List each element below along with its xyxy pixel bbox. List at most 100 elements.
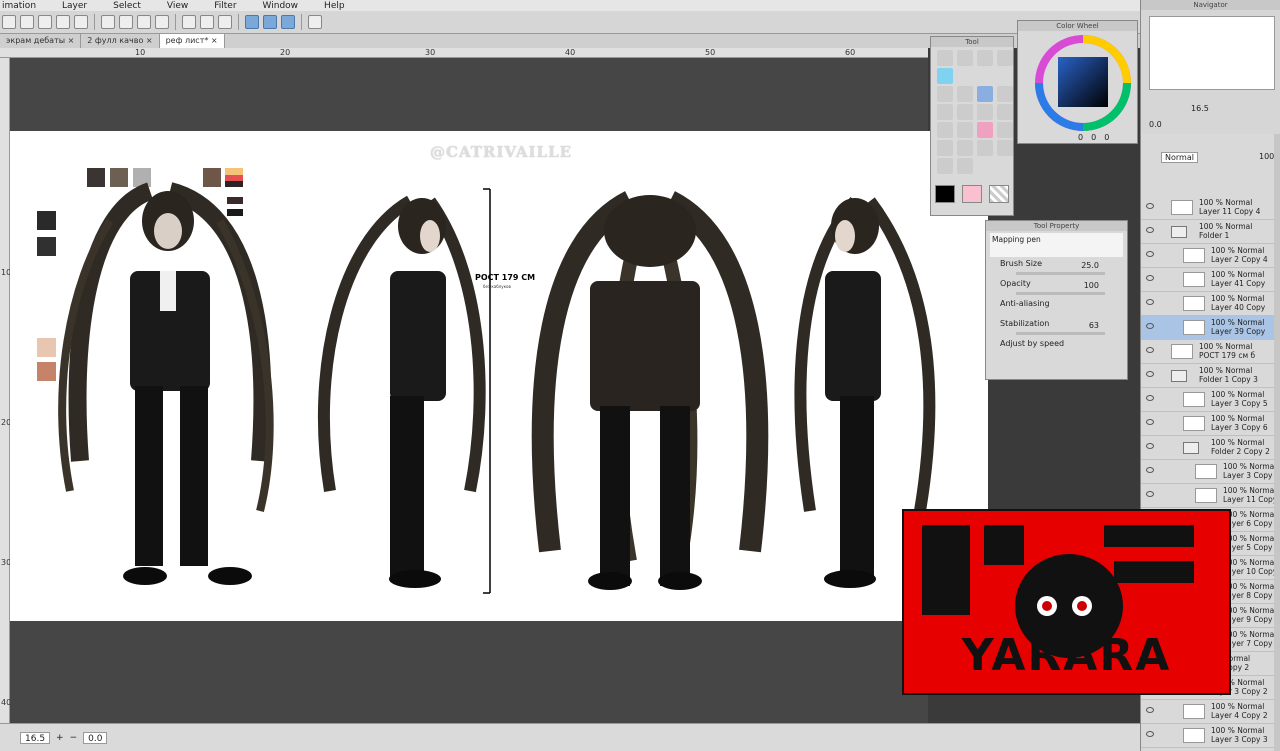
eye-icon[interactable] [1146, 347, 1154, 353]
opacity-row[interactable]: Opacity 100 [986, 279, 1127, 299]
eye-icon[interactable] [1146, 227, 1154, 233]
brush-tool-icon[interactable] [937, 104, 953, 120]
tab-document-3[interactable]: реф лист* × [159, 34, 225, 48]
eye-icon[interactable] [1146, 323, 1154, 329]
ruler-tool-icon[interactable] [977, 140, 993, 156]
menu-help[interactable]: Help [322, 1, 345, 11]
layer-row[interactable]: 100 % Normal Layer 41 Copy [1141, 268, 1275, 292]
ruler-snap-icon[interactable] [245, 15, 259, 29]
gradient-tool-icon[interactable] [957, 104, 973, 120]
opacity-slider[interactable] [1016, 292, 1105, 295]
layer-row[interactable]: 100 % Normal Layer 40 Copy [1141, 292, 1275, 316]
layer-folder[interactable]: 100 % Normal Folder 1 [1141, 220, 1275, 244]
layer-folder[interactable]: 100 % Normal Folder 2 Copy 2 [1141, 436, 1275, 460]
eye-icon[interactable] [1146, 443, 1154, 449]
navigator-preview[interactable] [1149, 16, 1275, 90]
settings-icon[interactable] [308, 15, 322, 29]
transparent-color-swatch[interactable] [989, 185, 1009, 203]
antialiasing-row[interactable]: Anti-aliasing [986, 299, 1127, 319]
redo-icon[interactable] [74, 15, 88, 29]
blend-mode-select[interactable]: Normal [1161, 152, 1198, 163]
opacity-value[interactable]: 100 [1084, 281, 1099, 290]
menu-filter[interactable]: Filter [212, 1, 236, 11]
layer-row[interactable]: 100 % Normal Layer 3 Copy 4 [1141, 460, 1280, 484]
eyedropper-tool-icon[interactable] [997, 104, 1013, 120]
layer-row[interactable]: 100 % Normal Layer 2 Copy 4 [1141, 244, 1275, 268]
brush-size-slider[interactable] [1016, 272, 1105, 275]
blue-value[interactable]: 0 [1104, 133, 1109, 142]
eye-icon[interactable] [1146, 491, 1154, 497]
stabilization-value[interactable]: 63 [1089, 321, 1099, 330]
lasso-tool-icon[interactable] [997, 50, 1013, 66]
brush-size-row[interactable]: Brush Size 25.0 [986, 259, 1127, 279]
eye-icon[interactable] [1146, 299, 1154, 305]
blend-tool-icon[interactable] [957, 122, 973, 138]
crop-icon[interactable] [182, 15, 196, 29]
green-value[interactable]: 0 [1091, 133, 1096, 142]
angle-field[interactable]: 0.0 [83, 731, 108, 744]
color-wheel[interactable] [1018, 31, 1139, 131]
layer-row[interactable]: 100 % Normal РОСТ 179 см б [1141, 340, 1275, 364]
clear-icon[interactable] [155, 15, 169, 29]
layer-row[interactable]: 100 % Normal Layer 3 Copy 6 [1141, 412, 1275, 436]
menu-layer[interactable]: Layer [60, 1, 87, 11]
gear-tool-icon[interactable] [957, 86, 973, 102]
speech-tool-icon[interactable] [957, 158, 973, 174]
save-icon[interactable] [38, 15, 52, 29]
layer-row[interactable]: 100 % Normal Layer 4 Copy 2 [1141, 700, 1275, 724]
magnify-tool-icon[interactable] [937, 86, 953, 102]
brush-size-value[interactable]: 25.0 [1081, 261, 1099, 270]
adjust-speed-row[interactable]: Adjust by speed [986, 339, 1127, 359]
bucket-tool-icon[interactable] [937, 140, 953, 156]
eye-icon[interactable] [1146, 275, 1154, 281]
eye-icon[interactable] [1146, 395, 1154, 401]
red-value[interactable]: 0 [1078, 133, 1083, 142]
main-color-swatch[interactable] [935, 185, 955, 203]
eye-icon[interactable] [1146, 467, 1154, 473]
stabilization-row[interactable]: Stabilization 63 [986, 319, 1127, 339]
canvas[interactable] [10, 131, 988, 621]
invert-selection-icon[interactable] [218, 15, 232, 29]
menu-view[interactable]: View [165, 1, 188, 11]
zoom-out-icon[interactable]: − [70, 733, 78, 743]
open-icon[interactable] [20, 15, 34, 29]
tab-document-2[interactable]: 2 фулл качво × [81, 34, 160, 48]
eye-icon[interactable] [1146, 371, 1154, 377]
zoom-field[interactable]: 16.5 [20, 731, 51, 744]
new-canvas-icon[interactable] [2, 15, 16, 29]
zoom-tool-icon[interactable] [937, 50, 953, 66]
fill-icon[interactable] [119, 15, 133, 29]
eye-icon[interactable] [1146, 419, 1154, 425]
stabilization-slider[interactable] [1016, 332, 1105, 335]
balloon-tool-icon[interactable] [997, 140, 1013, 156]
auto-select-tool-icon[interactable] [977, 50, 993, 66]
fill-tool-icon[interactable] [997, 122, 1013, 138]
brush-preview[interactable]: Mapping pen [990, 233, 1123, 257]
grid-snap-icon[interactable] [281, 15, 295, 29]
frame-tool-icon[interactable] [977, 104, 993, 120]
layer-scrollbar[interactable] [1274, 134, 1280, 751]
menu-window[interactable]: Window [261, 1, 299, 11]
hand-tool-icon[interactable] [937, 122, 953, 138]
menu-animation[interactable]: imation [0, 1, 36, 11]
layer-row[interactable]: 100 % Normal Layer 11 Copy [1141, 484, 1277, 508]
layer-folder[interactable]: 100 % Normal Folder 1 Copy 3 [1141, 364, 1275, 388]
navigator-angle[interactable]: 0.0 [1149, 120, 1162, 129]
menu-select[interactable]: Select [111, 1, 141, 11]
tab-document-1[interactable]: экрам дебаты × [0, 34, 82, 48]
transform-icon[interactable] [137, 15, 151, 29]
layer-row[interactable]: 100 % Normal Layer 11 Copy 4 [1141, 196, 1275, 220]
loading-icon[interactable] [101, 15, 115, 29]
pen-tool-icon[interactable] [977, 86, 993, 102]
eye-icon[interactable] [1146, 707, 1154, 713]
eye-icon[interactable] [1146, 203, 1154, 209]
eye-icon[interactable] [1146, 251, 1154, 257]
eraser-tool-icon[interactable] [997, 86, 1013, 102]
decoration-tool-icon[interactable] [977, 122, 993, 138]
undo-icon[interactable] [56, 15, 70, 29]
special-ruler-snap-icon[interactable] [263, 15, 277, 29]
layer-row[interactable]: 100 % Normal Layer 3 Copy 3 [1141, 724, 1275, 748]
operation-tool-icon[interactable] [937, 68, 953, 84]
layer-opacity[interactable]: 100 [1259, 152, 1274, 161]
rectangle-tool-icon[interactable] [957, 140, 973, 156]
